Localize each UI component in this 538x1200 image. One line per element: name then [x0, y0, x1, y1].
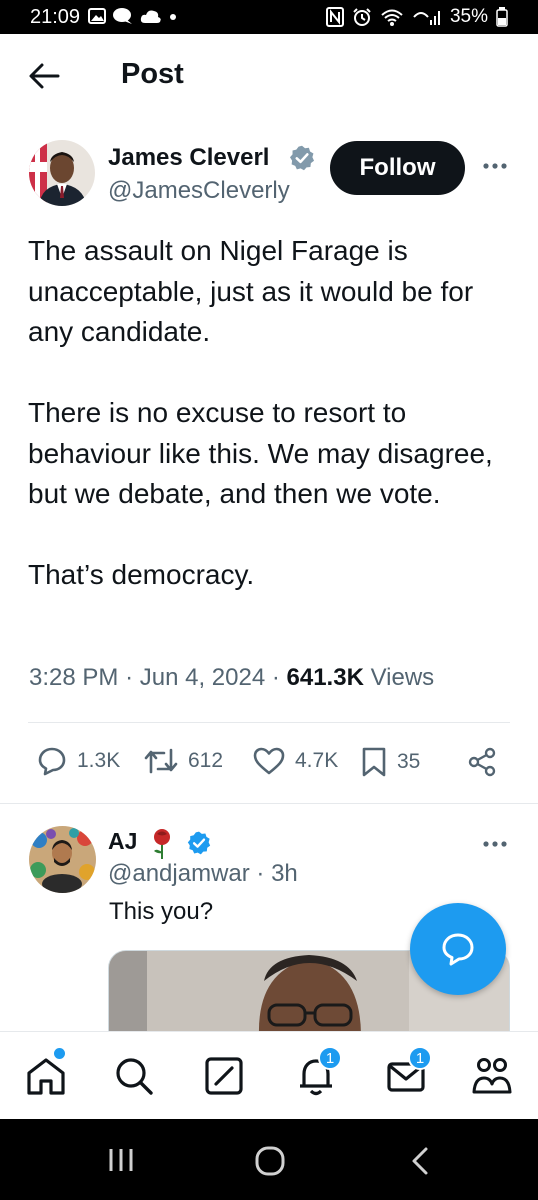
- grok-icon: [205, 1057, 243, 1095]
- nav-home[interactable]: [22, 1048, 70, 1100]
- author-handle[interactable]: @JamesCleverly: [108, 177, 290, 205]
- share-button[interactable]: [466, 746, 498, 778]
- alarm-icon: [353, 8, 371, 26]
- rose-icon: [154, 829, 170, 859]
- compose-icon: [442, 933, 474, 966]
- tweet-time[interactable]: 3:28 PM: [29, 664, 118, 691]
- search-icon: [116, 1058, 153, 1095]
- reply-avatar[interactable]: [29, 826, 96, 893]
- like-count: 4.7K: [295, 749, 339, 772]
- verified-icon: [289, 145, 315, 171]
- battery-icon: [496, 7, 508, 27]
- divider: [28, 722, 510, 723]
- views-count[interactable]: 641.3K: [287, 664, 364, 691]
- wifi-icon: [381, 9, 403, 26]
- nav-notifications[interactable]: 1: [292, 1046, 342, 1100]
- nav-communities[interactable]: [468, 1052, 516, 1100]
- signal-icon: [413, 11, 440, 25]
- messages-badge: 1: [408, 1046, 432, 1070]
- like-button[interactable]: 4.7K: [253, 746, 338, 776]
- nav-search[interactable]: [110, 1052, 158, 1100]
- tweet-paragraph: That’s democracy.: [28, 559, 255, 590]
- back-arrow-icon[interactable]: [28, 62, 60, 90]
- cloud-icon: [140, 10, 161, 23]
- reply-age: 3h: [271, 860, 298, 887]
- page-title: Post: [121, 58, 184, 90]
- bookmark-count: 35: [397, 750, 421, 773]
- notification-icons: [88, 7, 178, 25]
- bottom-navigation: 1 1: [0, 1031, 538, 1119]
- home-icon: [27, 1058, 65, 1095]
- repost-button[interactable]: 612: [144, 746, 223, 776]
- bookmark-button[interactable]: 35: [361, 746, 420, 778]
- tweet-paragraph: There is no excuse to resort to behaviou…: [28, 397, 493, 509]
- reply-button[interactable]: 1.3K: [37, 746, 120, 776]
- compose-button[interactable]: [410, 903, 506, 995]
- tweet-date[interactable]: Jun 4, 2024: [140, 664, 265, 691]
- divider: [0, 803, 538, 804]
- tweet-actions: 1.3K 612 4.7K 35: [0, 740, 538, 790]
- system-navigation-bar: [0, 1119, 538, 1200]
- views-label: Views: [370, 664, 435, 691]
- tweet-paragraph: The assault on Nigel Farage is unaccepta…: [28, 235, 474, 347]
- repost-icon: [144, 748, 178, 774]
- system-icons: 35%: [325, 6, 508, 28]
- follow-button[interactable]: Follow: [330, 141, 465, 195]
- nav-grok[interactable]: [200, 1052, 248, 1100]
- bookmark-icon: [362, 747, 386, 777]
- reply-author-handle[interactable]: @andjamwar: [108, 860, 250, 887]
- more-icon[interactable]: [482, 160, 508, 172]
- tweet-text: The assault on Nigel Farage is unaccepta…: [28, 231, 512, 636]
- more-icon[interactable]: [482, 838, 508, 850]
- status-bar: 21:09 35%: [0, 0, 538, 34]
- like-icon: [253, 747, 285, 775]
- nav-messages[interactable]: 1: [382, 1046, 432, 1100]
- separator: ·: [271, 664, 287, 691]
- separator: ·: [125, 664, 140, 691]
- home-new-dot: [54, 1048, 65, 1059]
- dot-icon: [170, 14, 176, 20]
- author-avatar[interactable]: [29, 140, 95, 206]
- reply-author-name[interactable]: AJ: [108, 828, 137, 855]
- chat-bubble-icon: [113, 8, 132, 24]
- top-bar: Post: [0, 34, 538, 118]
- system-back-icon[interactable]: [410, 1146, 430, 1176]
- communities-icon: [472, 1058, 512, 1094]
- verified-icon: [187, 831, 211, 855]
- author-name[interactable]: James Cleverl: [108, 144, 269, 172]
- recent-apps-icon[interactable]: [107, 1147, 135, 1173]
- separator: ·: [249, 860, 272, 887]
- status-time: 21:09: [30, 6, 81, 28]
- reply-handle-line: @andjamwar · 3h: [108, 860, 298, 888]
- gallery-icon: [88, 8, 106, 24]
- tweet-meta: 3:28 PM · Jun 4, 2024 · 641.3K Views: [29, 664, 434, 692]
- reply-text: This you?: [109, 898, 214, 925]
- reply-icon: [38, 747, 66, 776]
- nfc-icon: [325, 7, 344, 27]
- home-circle-icon[interactable]: [254, 1145, 286, 1177]
- battery-percent: 35%: [449, 6, 488, 27]
- share-icon: [468, 747, 496, 777]
- reply-count: 1.3K: [77, 749, 121, 772]
- notifications-badge: 1: [318, 1046, 342, 1070]
- repost-count: 612: [188, 749, 224, 772]
